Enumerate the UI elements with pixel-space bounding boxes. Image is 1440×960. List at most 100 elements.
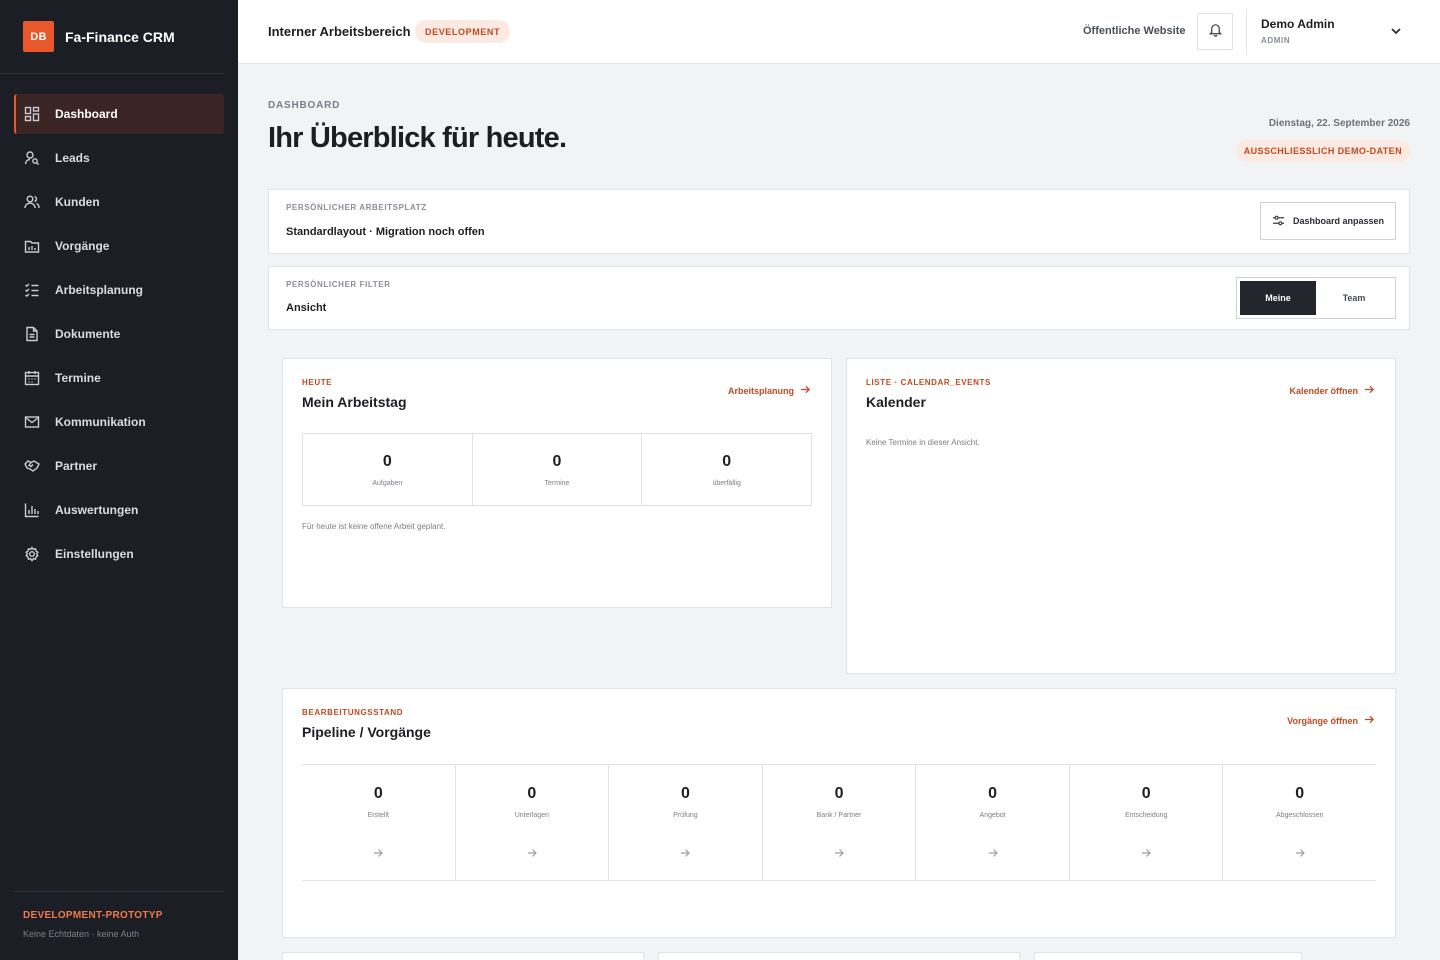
stage-label: Angebot bbox=[979, 812, 1006, 819]
lower-card bbox=[658, 952, 1020, 960]
calendar-card: LISTE · CALENDAR_EVENTS Kalender Kalende… bbox=[846, 358, 1396, 674]
sidebar: DB Fa-Finance CRM Dashboard Leads Kunden… bbox=[0, 0, 238, 960]
pipeline-stages: 0 Erstellt 0 Unterlagen 0 Prüfung 0 Bank… bbox=[302, 764, 1376, 881]
customize-dashboard-label: Dashboard anpassen bbox=[1292, 216, 1385, 226]
stage-pruefung[interactable]: 0 Prüfung bbox=[609, 765, 763, 880]
sidebar-item-auswertungen[interactable]: Auswertungen bbox=[14, 490, 224, 530]
sidebar-item-dokumente[interactable]: Dokumente bbox=[14, 314, 224, 354]
open-calendar-label: Kalender öffnen bbox=[1289, 385, 1358, 396]
customize-dashboard-button[interactable]: Dashboard anpassen bbox=[1260, 202, 1396, 240]
open-vorgaenge-link[interactable]: Vorgänge öffnen bbox=[1287, 714, 1375, 727]
sidebar-item-label: Kommunikation bbox=[55, 415, 146, 429]
workspace-label: PERSÖNLICHER ARBEITSPLATZ bbox=[286, 203, 427, 212]
sidebar-item-label: Termine bbox=[55, 371, 101, 385]
stage-label: Abgeschlossen bbox=[1276, 812, 1324, 819]
stat-label: Termine bbox=[544, 480, 570, 487]
stage-entscheidung[interactable]: 0 Entscheidung bbox=[1070, 765, 1224, 880]
sidebar-item-kommunikation[interactable]: Kommunikation bbox=[14, 402, 224, 442]
user-menu-button[interactable] bbox=[1390, 24, 1406, 40]
stat-label: Aufgaben bbox=[372, 480, 403, 487]
stage-count: 0 bbox=[527, 785, 537, 802]
sidebar-item-arbeitsplanung[interactable]: Arbeitsplanung bbox=[14, 270, 224, 310]
workday-kicker: HEUTE bbox=[302, 378, 333, 387]
user-name[interactable]: Demo Admin bbox=[1261, 17, 1335, 31]
user-search-icon bbox=[24, 150, 40, 166]
arrow-right-icon bbox=[527, 845, 537, 857]
stage-count: 0 bbox=[1295, 785, 1305, 802]
stage-count: 0 bbox=[1141, 785, 1151, 802]
lower-card bbox=[1034, 952, 1302, 960]
arrow-right-icon bbox=[1295, 845, 1305, 857]
stage-label: Bank / Partner bbox=[816, 812, 862, 819]
chevron-down-icon bbox=[1390, 24, 1402, 41]
stage-bank-partner[interactable]: 0 Bank / Partner bbox=[763, 765, 917, 880]
workday-stats: 0 Aufgaben 0 Termine 0 überfällig bbox=[302, 433, 812, 506]
folder-chart-icon bbox=[24, 238, 40, 254]
filter-panel: PERSÖNLICHER FILTER Ansicht Meine Team bbox=[268, 266, 1410, 330]
sidebar-item-termine[interactable]: Termine bbox=[14, 358, 224, 398]
toggle-team[interactable]: Team bbox=[1316, 281, 1392, 315]
divider bbox=[1246, 9, 1247, 55]
pipeline-kicker: BEARBEITUNGSSTAND bbox=[302, 708, 404, 717]
user-role: ADMIN bbox=[1261, 36, 1291, 45]
handshake-icon bbox=[24, 458, 40, 474]
arrow-right-icon bbox=[373, 845, 384, 857]
mail-icon bbox=[24, 414, 40, 430]
public-website-link[interactable]: Öffentliche Website bbox=[1083, 25, 1185, 37]
sidebar-nav: Dashboard Leads Kunden Vorgänge Arbeitsp… bbox=[14, 94, 224, 578]
sidebar-item-vorgaenge[interactable]: Vorgänge bbox=[14, 226, 224, 266]
sidebar-item-leads[interactable]: Leads bbox=[14, 138, 224, 178]
stage-erstellt[interactable]: 0 Erstellt bbox=[302, 765, 456, 880]
stage-count: 0 bbox=[680, 785, 690, 802]
sidebar-item-label: Kunden bbox=[55, 195, 100, 209]
filter-label: PERSÖNLICHER FILTER bbox=[286, 280, 391, 289]
calendar-kicker: LISTE · CALENDAR_EVENTS bbox=[866, 378, 991, 387]
workspace-panel: PERSÖNLICHER ARBEITSPLATZ Standardlayout… bbox=[268, 189, 1410, 254]
filter-view-label: Ansicht bbox=[286, 302, 327, 314]
arrow-right-icon bbox=[794, 384, 811, 397]
checklist-icon bbox=[24, 282, 40, 298]
arrow-right-icon bbox=[988, 845, 998, 857]
sidebar-item-label: Vorgänge bbox=[55, 239, 110, 253]
stat-aufgaben[interactable]: 0 Aufgaben bbox=[303, 434, 473, 505]
sidebar-item-kunden[interactable]: Kunden bbox=[14, 182, 224, 222]
stage-count: 0 bbox=[373, 785, 383, 802]
pipeline-title: Pipeline / Vorgänge bbox=[302, 724, 431, 740]
stage-label: Unterlagen bbox=[514, 812, 549, 819]
sidebar-item-label: Dokumente bbox=[55, 327, 121, 341]
stat-value: 0 bbox=[382, 453, 392, 470]
stage-abgeschlossen[interactable]: 0 Abgeschlossen bbox=[1223, 765, 1376, 880]
stat-ueberfaellig[interactable]: 0 überfällig bbox=[642, 434, 811, 505]
bell-icon bbox=[1208, 22, 1223, 42]
open-calendar-link[interactable]: Kalender öffnen bbox=[1289, 384, 1375, 397]
lower-card bbox=[282, 952, 644, 960]
stage-unterlagen[interactable]: 0 Unterlagen bbox=[456, 765, 610, 880]
brand-name: Fa-Finance CRM bbox=[65, 28, 175, 45]
pipeline-card: BEARBEITUNGSSTAND Pipeline / Vorgänge Vo… bbox=[282, 688, 1396, 938]
breadcrumb: DASHBOARD bbox=[268, 100, 341, 111]
calendar-title: Kalender bbox=[866, 394, 926, 410]
users-icon bbox=[24, 194, 40, 210]
bar-chart-icon bbox=[24, 502, 40, 518]
sidebar-item-einstellungen[interactable]: Einstellungen bbox=[14, 534, 224, 574]
page-title: Ihr Überblick für heute. bbox=[268, 122, 567, 154]
stat-termine[interactable]: 0 Termine bbox=[473, 434, 643, 505]
stage-angebot[interactable]: 0 Angebot bbox=[916, 765, 1070, 880]
sidebar-item-label: Leads bbox=[55, 151, 90, 165]
brand[interactable]: DB Fa-Finance CRM bbox=[0, 0, 224, 74]
sidebar-item-label: Einstellungen bbox=[55, 547, 134, 561]
view-toggle: Meine Team bbox=[1236, 277, 1396, 319]
workday-title: Mein Arbeitstag bbox=[302, 394, 407, 410]
sidebar-item-partner[interactable]: Partner bbox=[14, 446, 224, 486]
sidebar-item-label: Partner bbox=[55, 459, 98, 473]
arrow-right-icon bbox=[1358, 384, 1375, 397]
sidebar-item-dashboard[interactable]: Dashboard bbox=[14, 94, 224, 134]
notifications-button[interactable] bbox=[1197, 13, 1233, 50]
sidebar-item-label: Auswertungen bbox=[55, 503, 139, 517]
stat-value: 0 bbox=[722, 453, 732, 470]
arbeitsplanung-link[interactable]: Arbeitsplanung bbox=[728, 384, 811, 397]
brand-logo: DB bbox=[23, 21, 54, 52]
stage-count: 0 bbox=[988, 785, 998, 802]
toggle-meine[interactable]: Meine bbox=[1240, 281, 1316, 315]
sidebar-item-label: Dashboard bbox=[55, 107, 118, 121]
